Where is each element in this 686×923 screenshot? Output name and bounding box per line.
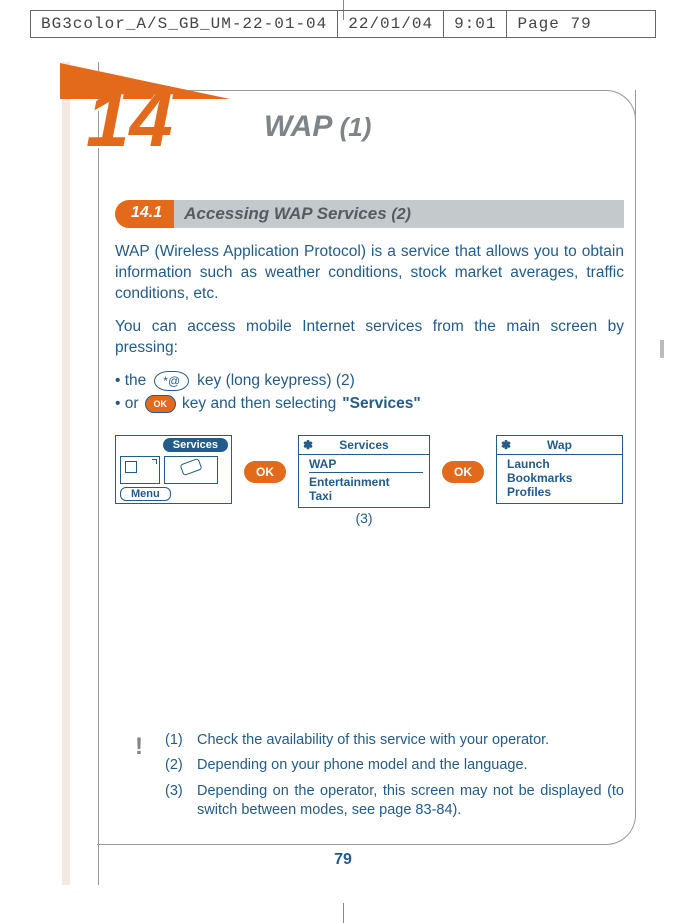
ok-arrow-2: OK xyxy=(442,435,484,483)
chapter-title-suffix: (1) xyxy=(340,112,372,142)
note-bang-icon: ! xyxy=(135,731,143,763)
crop-date: 22/01/04 xyxy=(338,11,444,37)
footnote-3-text: Depending on the operator, this screen m… xyxy=(197,782,624,821)
screen2-item-wap: WAP xyxy=(309,457,423,473)
chapter-title-text: WAP xyxy=(264,110,331,143)
paragraph-intro: WAP (Wireless Application Protocol) is a… xyxy=(115,242,624,305)
ok-pill-icon: OK xyxy=(244,461,286,483)
footnote-3: (3) Depending on the operator, this scre… xyxy=(165,782,624,821)
gift-icon xyxy=(120,456,160,484)
page-number: 79 xyxy=(0,851,686,869)
crop-file: BG3color_A/S_GB_UM-22-01-04 xyxy=(31,11,338,37)
right-vertical-line xyxy=(635,90,636,817)
screen2-title: Services xyxy=(339,438,388,452)
crop-time: 9:01 xyxy=(444,11,507,37)
section-heading-bar: 14.1 Accessing WAP Services (2) xyxy=(115,200,624,228)
chapter-number-badge: 14 xyxy=(86,90,173,151)
section-title-text: Accessing WAP Services xyxy=(184,204,387,223)
bullet-keypress: • the *@ key (long keypress) (2) xyxy=(115,371,624,391)
content-area: 14.1 Accessing WAP Services (2) WAP (Wir… xyxy=(115,200,624,526)
footnote-3-num: (3) xyxy=(165,782,189,821)
screen-2-wrap: ✽ Services WAP Entertainment Taxi (3) xyxy=(298,435,430,526)
left-vertical-line xyxy=(98,62,99,885)
crop-marks-header: BG3color_A/S_GB_UM-22-01-04 22/01/04 9:0… xyxy=(30,10,656,38)
screen2-item-entertainment: Entertainment xyxy=(309,475,423,489)
screen3-item-profiles: Profiles xyxy=(507,485,616,499)
footnote-2-text: Depending on your phone model and the la… xyxy=(197,756,528,776)
bullet2-pre: • or xyxy=(115,395,139,413)
bullet1-pre: • the xyxy=(115,372,146,390)
bullet2-services: "Services" xyxy=(342,395,420,413)
screen-services-home: Services Menu xyxy=(115,435,232,504)
screen-wap-menu: ✽ Wap Launch Bookmarks Profiles xyxy=(496,435,623,504)
screen2-item-taxi: Taxi xyxy=(309,489,423,503)
ok-pill-icon: OK xyxy=(442,461,484,483)
screen2-header: ✽ Services xyxy=(299,436,429,455)
bullet1-post: key (long keypress) (2) xyxy=(197,372,355,390)
left-accent-bar xyxy=(62,62,70,885)
screen-3-wrap: ✽ Wap Launch Bookmarks Profiles xyxy=(496,435,623,504)
footnotes: ! (1) Check the availability of this ser… xyxy=(115,731,624,827)
screen3-item-bookmarks: Bookmarks xyxy=(507,471,616,485)
crop-page: Page 79 xyxy=(507,11,601,37)
chapter-title: WAP (1) xyxy=(264,110,371,144)
screen3-title: Wap xyxy=(547,438,572,452)
footnote-1-text: Check the availability of this service w… xyxy=(197,731,549,751)
screen2-caption: (3) xyxy=(298,510,430,526)
star-at-key-icon: *@ xyxy=(154,371,189,391)
screen-services-list: ✽ Services WAP Entertainment Taxi xyxy=(298,435,430,508)
screen3-item-launch: Launch xyxy=(507,457,616,471)
screen1-title-pill: Services xyxy=(163,438,228,452)
wap-header-icon: ✽ xyxy=(501,438,511,452)
section-title: Accessing WAP Services (2) xyxy=(174,200,624,228)
bullet-ok-services: • or OK key and then selecting "Services… xyxy=(115,395,624,413)
section-title-suffix: (2) xyxy=(391,206,411,223)
crop-bottom-mark xyxy=(343,903,344,923)
paragraph-access: You can access mobile Internet services … xyxy=(115,317,624,359)
footnote-2: (2) Depending on your phone model and th… xyxy=(165,756,624,776)
chapter-number: 14 xyxy=(86,75,173,163)
footnote-1-num: (1) xyxy=(165,731,189,751)
screen3-header: ✽ Wap xyxy=(497,436,622,455)
phone-icon xyxy=(164,456,218,484)
section-number: 14.1 xyxy=(115,200,174,228)
screens-row: Services Menu OK ✽ Services WAP Entertai… xyxy=(115,435,624,526)
ok-key-icon: OK xyxy=(145,395,177,413)
screen-1-wrap: Services Menu xyxy=(115,435,232,504)
bullet2-post-a: key and then selecting xyxy=(182,395,336,413)
footnote-2-num: (2) xyxy=(165,756,189,776)
right-tab-mark xyxy=(660,340,664,358)
screen1-menu-softkey: Menu xyxy=(120,487,171,501)
services-header-icon: ✽ xyxy=(303,438,313,452)
ok-arrow-1: OK xyxy=(244,435,286,483)
footnote-1: (1) Check the availability of this servi… xyxy=(165,731,624,751)
